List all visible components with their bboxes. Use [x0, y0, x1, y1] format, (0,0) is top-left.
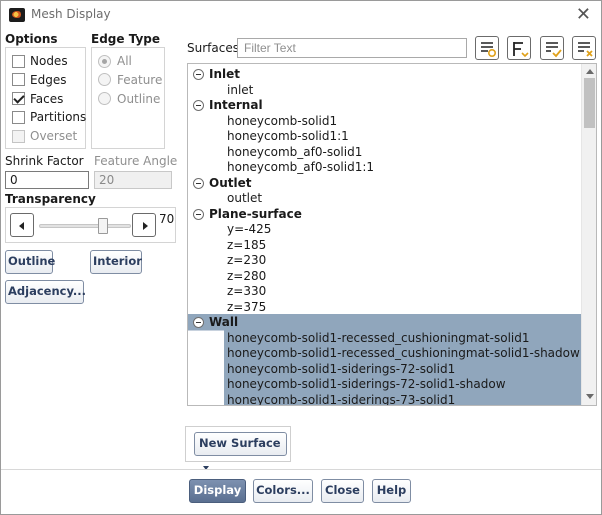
options-box: Nodes Edges Faces Partitions Overset [5, 47, 86, 149]
collapse-icon[interactable] [193, 208, 204, 220]
check-selected-button[interactable] [540, 36, 564, 60]
surface-item[interactable]: inlet [227, 83, 253, 99]
select-all-button[interactable] [475, 36, 499, 60]
surface-item[interactable]: honeycomb_af0-solid1 [227, 145, 362, 161]
surface-item[interactable]: z=185 [227, 238, 266, 254]
checkbox-box [12, 129, 25, 143]
adjacency-button[interactable]: Adjacency... [5, 280, 86, 304]
transparency-box: 70 [5, 207, 176, 243]
surface-item[interactable]: honeycomb-solid1 [227, 114, 337, 130]
edge-type-box: All Feature Outline [91, 47, 165, 149]
feature-angle-input: 20 [94, 171, 172, 189]
surface-item[interactable]: y=-425 [227, 222, 271, 238]
surface-item[interactable]: honeycomb-solid1-recessed_cushioningmat-… [227, 346, 580, 362]
scroll-up-icon[interactable] [586, 69, 594, 74]
window-title: Mesh Display [31, 7, 111, 21]
title-bar[interactable]: Mesh Display ✕ [1, 1, 601, 28]
select-all-icon [481, 42, 497, 58]
deselect-all-button[interactable] [572, 36, 596, 60]
new-surface-label: New Surface [199, 436, 281, 450]
option-partitions-checkbox[interactable]: Partitions [12, 109, 86, 125]
surfaces-scrollbar[interactable] [581, 64, 596, 405]
transparency-slider-thumb[interactable] [98, 218, 109, 234]
surface-item[interactable]: z=330 [227, 284, 266, 300]
surface-group-label: Inlet [209, 67, 240, 81]
group-button[interactable] [507, 36, 531, 60]
checkbox-box[interactable] [12, 73, 25, 87]
deselect-icon [578, 42, 593, 57]
option-faces-checkbox[interactable]: Faces [12, 91, 63, 107]
surface-item[interactable]: honeycomb-solid1-recessed_cushioningmat-… [227, 331, 529, 347]
filter-text-input[interactable] [237, 38, 467, 58]
option-overset-checkbox: Overset [12, 128, 77, 144]
radio-label: All [117, 54, 132, 68]
radio-label: Outline [117, 91, 161, 106]
surface-item[interactable]: honeycomb_af0-solid1:1 [227, 160, 374, 176]
checkbox-box[interactable] [12, 110, 25, 124]
surface-group-label: Outlet [209, 175, 252, 190]
surface-group-label: Wall [209, 315, 239, 329]
option-nodes-checkbox[interactable]: Nodes [12, 53, 68, 69]
option-edges-checkbox[interactable]: Edges [12, 72, 66, 88]
surface-item[interactable]: honeycomb-solid1-siderings-73-solid1 [227, 393, 455, 406]
check-selected-icon [546, 42, 562, 58]
transparency-label: Transparency [5, 192, 96, 206]
scroll-thumb[interactable] [584, 78, 595, 128]
transparency-slider-track[interactable] [39, 224, 131, 228]
close-icon[interactable]: ✕ [576, 4, 591, 25]
collapse-icon[interactable] [193, 177, 204, 189]
surfaces-list[interactable]: Inlet inlet Internal honeycomb-solid1 honeyc… [187, 63, 597, 406]
surface-group-label: Plane-surface [209, 206, 302, 221]
display-button[interactable]: Display [189, 479, 246, 503]
fluent-app-icon [9, 8, 25, 22]
checkbox-label: Faces [30, 91, 64, 106]
surface-item[interactable]: honeycomb-solid1-siderings-72-solid1 [227, 362, 455, 378]
edge-type-feature-radio[interactable]: Feature [98, 72, 162, 88]
transparency-value: 70 [159, 212, 175, 226]
help-button[interactable]: Help [372, 479, 411, 503]
colors-button[interactable]: Colors... [253, 479, 313, 503]
radio-circle[interactable] [98, 54, 111, 68]
checkbox-box[interactable] [12, 92, 25, 106]
surface-item[interactable]: z=280 [227, 269, 266, 285]
surface-item[interactable]: honeycomb-solid1:1 [227, 129, 349, 145]
surfaces-label: Surfaces [187, 41, 239, 55]
radio-circle[interactable] [98, 73, 111, 87]
feature-angle-label: Feature Angle [94, 154, 178, 168]
collapse-icon[interactable] [193, 69, 204, 80]
collapse-icon[interactable] [193, 317, 204, 328]
close-button[interactable]: Close [321, 479, 364, 503]
surface-item[interactable]: z=230 [227, 253, 266, 269]
mesh-display-dialog: Mesh Display ✕ Options Nodes Edges Faces Pa… [0, 0, 602, 515]
edge-type-outline-radio[interactable]: Outline [98, 91, 160, 107]
checkbox-label: Partitions [30, 110, 87, 125]
surface-item[interactable]: honeycomb-solid1-siderings-72-solid1-sha… [227, 377, 506, 393]
checkbox-label: Nodes [30, 54, 68, 68]
checkbox-label: Edges [30, 72, 67, 87]
options-label: Options [5, 32, 58, 46]
collapse-icon[interactable] [193, 100, 204, 111]
slider-decrease-button[interactable] [10, 213, 34, 237]
edge-type-label: Edge Type [91, 32, 161, 46]
checkbox-box[interactable] [12, 54, 25, 68]
shrink-factor-input[interactable]: 0 [5, 171, 89, 189]
surface-item[interactable]: z=375 [227, 300, 266, 316]
footer-separator [1, 469, 601, 470]
interior-button[interactable]: Interior [90, 250, 142, 274]
group-icon [513, 42, 529, 58]
new-surface-button[interactable]: New Surface [194, 432, 287, 470]
shrink-factor-label: Shrink Factor [5, 154, 84, 168]
outline-button[interactable]: Outline [5, 250, 55, 274]
slider-increase-button[interactable] [132, 213, 156, 237]
radio-label: Feature [117, 72, 163, 87]
scroll-down-icon[interactable] [586, 394, 594, 399]
edge-type-all-radio[interactable]: All [98, 53, 132, 69]
radio-circle[interactable] [98, 92, 111, 106]
checkbox-label: Overset [30, 129, 78, 144]
surface-item[interactable]: outlet [227, 191, 262, 207]
surface-group-label: Internal [209, 98, 263, 112]
